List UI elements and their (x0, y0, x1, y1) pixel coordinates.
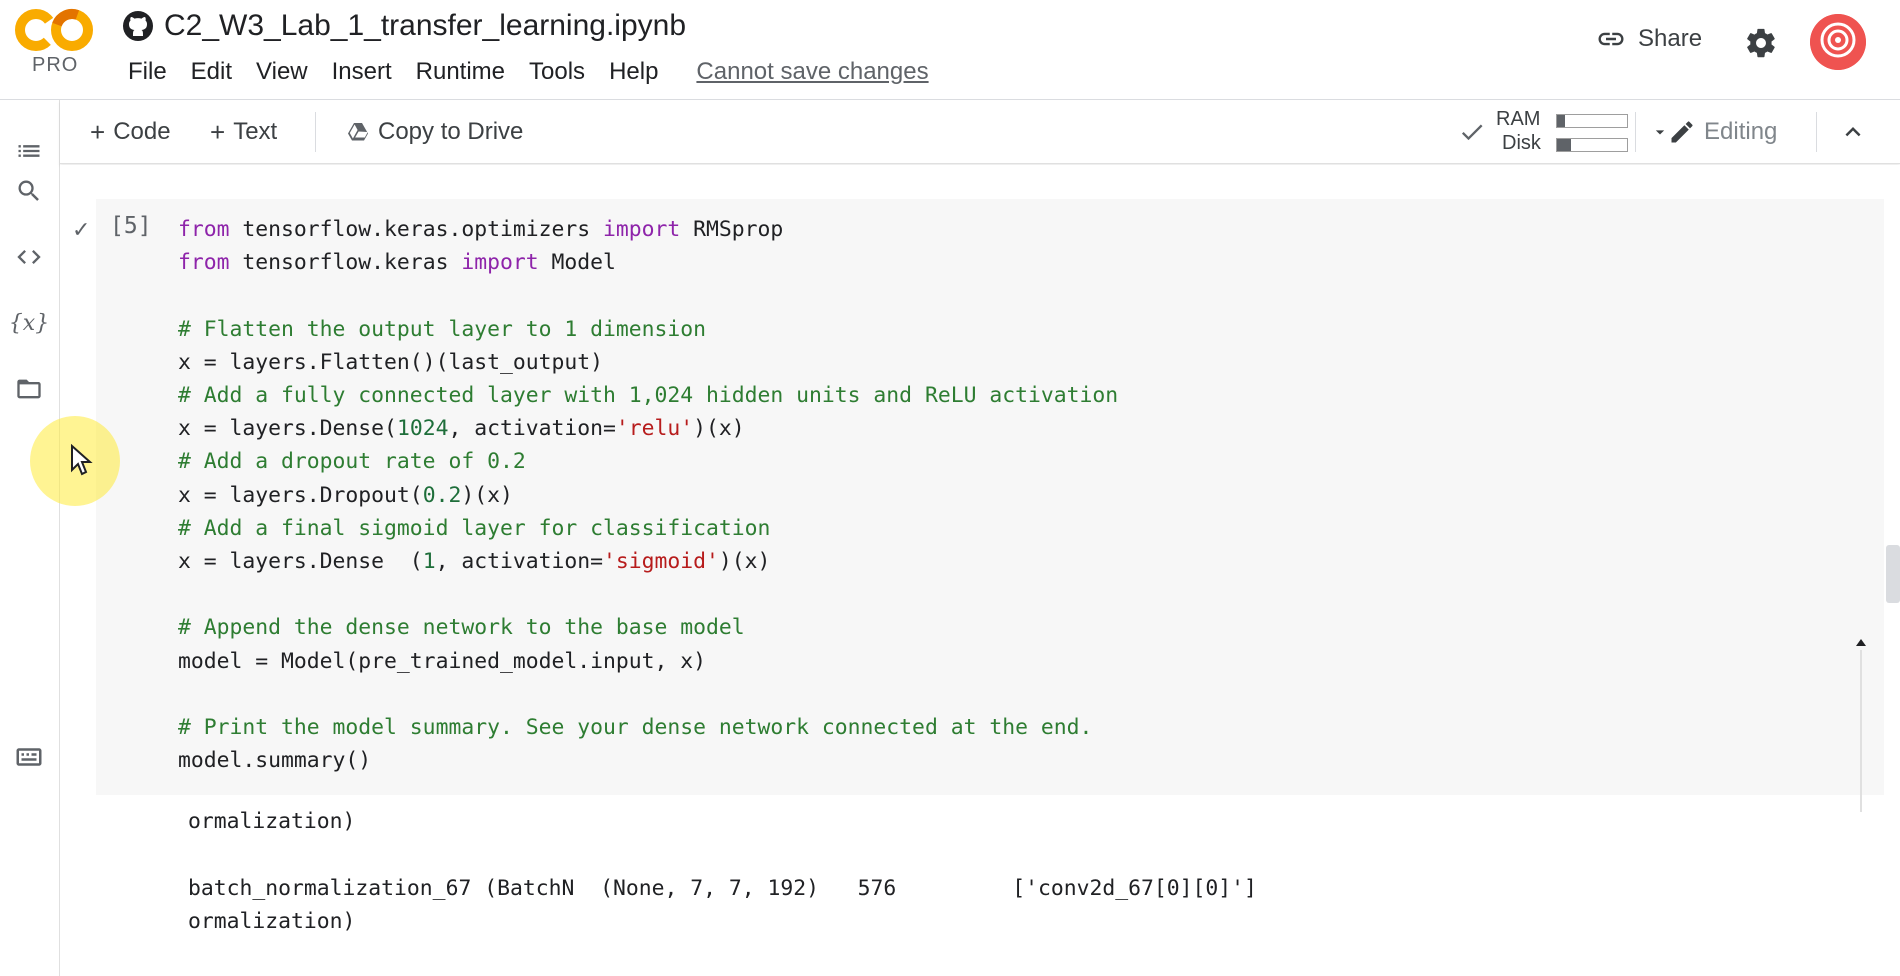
editing-label: Editing (1704, 118, 1778, 145)
code-line: x = layers.Dense (1, activation='sigmoid… (178, 549, 771, 575)
code-line: from tensorflow.keras import Model (178, 250, 616, 276)
toolbar-divider (315, 112, 316, 152)
ram-usage-fill (1557, 115, 1566, 127)
notebook-toolbar: + Code + Text Copy to Drive RAM Disk Edi… (60, 100, 1900, 164)
code-line: from tensorflow.keras.optimizers import … (178, 217, 784, 242)
disk-usage-bar (1556, 138, 1628, 152)
resource-monitor[interactable]: RAM Disk (1398, 106, 1665, 158)
connected-check-icon (1461, 124, 1483, 141)
colab-logo-icon (14, 8, 93, 51)
pro-badge: PRO (32, 54, 79, 76)
user-avatar[interactable] (1810, 14, 1866, 70)
mouse-pointer-icon (71, 444, 93, 476)
dropdown-arrow-icon[interactable] (1650, 122, 1670, 142)
ram-usage-bar (1556, 114, 1628, 128)
code-line: x = layers.Dense(1024, activation='relu'… (178, 416, 745, 442)
page-scrollbar-thumb[interactable] (1886, 545, 1900, 603)
ram-label: RAM (1496, 108, 1541, 130)
code-line: # Add a final sigmoid layer for classifi… (178, 515, 771, 541)
title-row: C2_W3_Lab_1_transfer_learning.ipynb (122, 6, 686, 46)
app-header: PRO C2_W3_Lab_1_transfer_learning.ipynb … (0, 0, 1900, 100)
terminal-icon[interactable] (12, 740, 46, 774)
colab-logo[interactable]: PRO (14, 8, 94, 78)
code-line: # Flatten the output layer to 1 dimensio… (178, 316, 707, 342)
menu-file[interactable]: File (116, 56, 179, 88)
execution-count: [5] (110, 213, 152, 239)
collapse-header-chevron-icon[interactable] (1838, 117, 1868, 147)
google-drive-icon (348, 123, 368, 141)
code-line: model.summary() (178, 748, 372, 774)
menu-runtime[interactable]: Runtime (404, 56, 517, 88)
code-line: # Add a dropout rate of 0.2 (178, 449, 526, 475)
editing-mode-button[interactable]: Editing (1668, 114, 1777, 150)
add-text-label: Text (233, 118, 278, 145)
share-button[interactable]: Share (1596, 24, 1702, 54)
add-code-label: Code (113, 118, 171, 145)
code-line: x = layers.Dropout(0.2)(x) (178, 482, 513, 508)
code-line: # Append the dense network to the base m… (178, 615, 745, 641)
output-line: ormalization) (188, 809, 356, 834)
disk-label: Disk (1502, 132, 1541, 154)
code-line: # Add a fully connected layer with 1,024… (178, 383, 1119, 408)
menu-insert[interactable]: Insert (320, 56, 404, 88)
code-snippets-icon[interactable] (12, 240, 46, 274)
copy-to-drive-label: Copy to Drive (378, 118, 524, 145)
table-of-contents-icon[interactable] (12, 134, 46, 168)
menu-help[interactable]: Help (597, 56, 670, 88)
add-text-cell-button[interactable]: + Text (210, 114, 277, 150)
github-icon[interactable] (122, 10, 154, 42)
toolbar-divider (1635, 112, 1636, 152)
code-cell[interactable]: ✓ [5] from tensorflow.keras.optimizers i… (72, 199, 1884, 795)
add-code-cell-button[interactable]: + Code (90, 114, 171, 150)
output-line: ormalization) (188, 909, 356, 935)
variables-icon[interactable]: {x} (9, 306, 49, 340)
output-scrollbar[interactable] (1854, 636, 1868, 812)
files-folder-icon[interactable] (12, 372, 46, 406)
link-icon (1598, 32, 1624, 46)
plus-icon: + (210, 116, 226, 147)
code-line: x = layers.Flatten()(last_output) (178, 349, 603, 375)
avatar-image-icon (1810, 14, 1866, 70)
output-line: activation_62 (Activation) (None, 7, 7, … (188, 972, 1411, 976)
disk-usage-fill (1557, 139, 1571, 151)
search-icon[interactable] (12, 174, 46, 208)
pencil-icon (1671, 121, 1693, 143)
code-line: # Print the model summary. See your dens… (178, 715, 1093, 740)
code-line: model = Model(pre_trained_model.input, x… (178, 648, 707, 674)
output-line: batch_normalization_67 (BatchN (None, 7,… (188, 875, 1257, 901)
menu-bar: File Edit View Insert Runtime Tools Help… (116, 56, 941, 88)
settings-gear-icon[interactable] (1744, 26, 1778, 60)
notebook-title[interactable]: C2_W3_Lab_1_transfer_learning.ipynb (164, 9, 686, 43)
left-sidebar: {x} (0, 100, 60, 976)
menu-view[interactable]: View (244, 56, 320, 88)
save-status-link[interactable]: Cannot save changes (684, 56, 940, 88)
plus-icon: + (90, 116, 106, 147)
notebook-area: ✓ [5] from tensorflow.keras.optimizers i… (60, 165, 1900, 976)
copy-to-drive-button[interactable]: Copy to Drive (346, 114, 523, 150)
menu-tools[interactable]: Tools (517, 56, 597, 88)
output-text: ormalization) batch_normalization_67 (Bat… (188, 805, 1411, 976)
cell-run-status-icon[interactable]: ✓ (72, 217, 90, 243)
menu-edit[interactable]: Edit (179, 56, 244, 88)
toolbar-divider (1816, 112, 1817, 152)
cell-output: ormalization) batch_normalization_67 (Bat… (96, 797, 1884, 976)
share-label: Share (1638, 25, 1703, 52)
code-editor[interactable]: from tensorflow.keras.optimizers import … (178, 213, 1118, 777)
